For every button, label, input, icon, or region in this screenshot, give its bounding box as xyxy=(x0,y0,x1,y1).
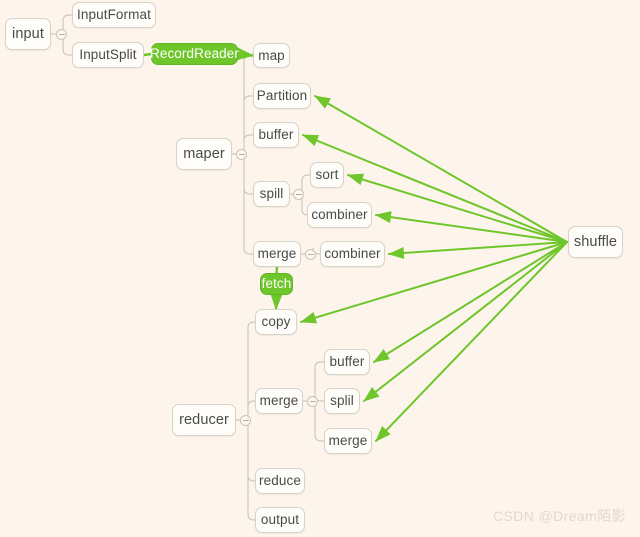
node-splil[interactable]: splil xyxy=(324,388,360,414)
node-label: reduce xyxy=(259,473,301,489)
node-label: output xyxy=(260,512,300,528)
node-map[interactable]: map xyxy=(253,43,290,68)
collapse-toggle-maper[interactable] xyxy=(236,149,247,160)
node-label: fetch xyxy=(261,276,292,292)
node-label: maper xyxy=(183,145,225,162)
node-label: InputFormat xyxy=(77,7,151,23)
shuffle-edge-to-combiner1 xyxy=(375,211,568,243)
node-shuffle[interactable]: shuffle xyxy=(568,226,623,258)
flow-edge-fetch-to-copy xyxy=(269,290,284,311)
node-label: Partition xyxy=(256,88,308,104)
node-merge1[interactable]: merge xyxy=(253,241,301,267)
collapse-toggle-merge1[interactable] xyxy=(305,249,316,260)
node-label: copy xyxy=(261,314,291,330)
node-spill[interactable]: spill xyxy=(253,181,290,207)
node-label: reducer xyxy=(179,411,229,428)
node-label: spill xyxy=(259,186,284,202)
node-partition[interactable]: Partition xyxy=(253,83,311,109)
node-buffer2[interactable]: buffer xyxy=(324,349,370,375)
node-reducer[interactable]: reducer xyxy=(172,404,236,436)
node-sort[interactable]: sort xyxy=(310,162,344,188)
node-merge3[interactable]: merge xyxy=(324,428,372,454)
node-label: shuffle xyxy=(573,233,618,250)
node-copy[interactable]: copy xyxy=(255,309,297,335)
mindmap-canvas: input InputFormat InputSplit RecordReader ma… xyxy=(0,0,640,537)
node-label: merge xyxy=(328,433,368,449)
shuffle-edge-to-merge3 xyxy=(375,241,568,442)
node-recordreader[interactable]: RecordReader xyxy=(150,43,239,65)
node-label: merge xyxy=(257,246,297,262)
shuffle-edge-to-splil xyxy=(363,241,568,402)
collapse-toggle-merge2[interactable] xyxy=(307,396,318,407)
flow-edge-recordreader-to-map xyxy=(234,46,255,61)
node-label: splil xyxy=(330,393,354,409)
node-label: merge xyxy=(259,393,299,409)
node-label: buffer xyxy=(258,127,294,143)
node-input[interactable]: input xyxy=(5,18,51,50)
collapse-toggle-input[interactable] xyxy=(56,29,67,40)
shuffle-edge-to-sort xyxy=(347,173,568,243)
node-label: buffer xyxy=(329,354,365,370)
node-reduce[interactable]: reduce xyxy=(255,468,305,494)
node-combiner1[interactable]: combiner xyxy=(307,202,372,228)
node-merge2[interactable]: merge xyxy=(255,388,303,414)
node-label: RecordReader xyxy=(150,46,239,62)
node-output[interactable]: output xyxy=(255,507,305,533)
node-inputformat[interactable]: InputFormat xyxy=(72,2,156,28)
shuffle-edge-to-combiner2 xyxy=(388,241,568,259)
node-inputsplit[interactable]: InputSplit xyxy=(72,42,144,68)
edge-layer xyxy=(50,14,568,521)
node-label: input xyxy=(12,25,44,42)
collapse-toggle-reducer[interactable] xyxy=(240,415,251,426)
node-label: combiner xyxy=(324,246,381,262)
node-buffer1[interactable]: buffer xyxy=(253,122,299,148)
watermark: CSDN @Dream陌影 xyxy=(493,508,626,524)
node-label: sort xyxy=(315,167,339,183)
node-maper[interactable]: maper xyxy=(176,138,232,170)
collapse-toggle-spill[interactable] xyxy=(293,189,304,200)
node-label: combiner xyxy=(311,207,368,223)
node-fetch[interactable]: fetch xyxy=(260,273,293,295)
node-label: InputSplit xyxy=(79,47,137,63)
node-label: map xyxy=(258,47,285,63)
shuffle-edge-to-buffer2 xyxy=(373,241,568,363)
node-combiner2[interactable]: combiner xyxy=(320,241,385,267)
